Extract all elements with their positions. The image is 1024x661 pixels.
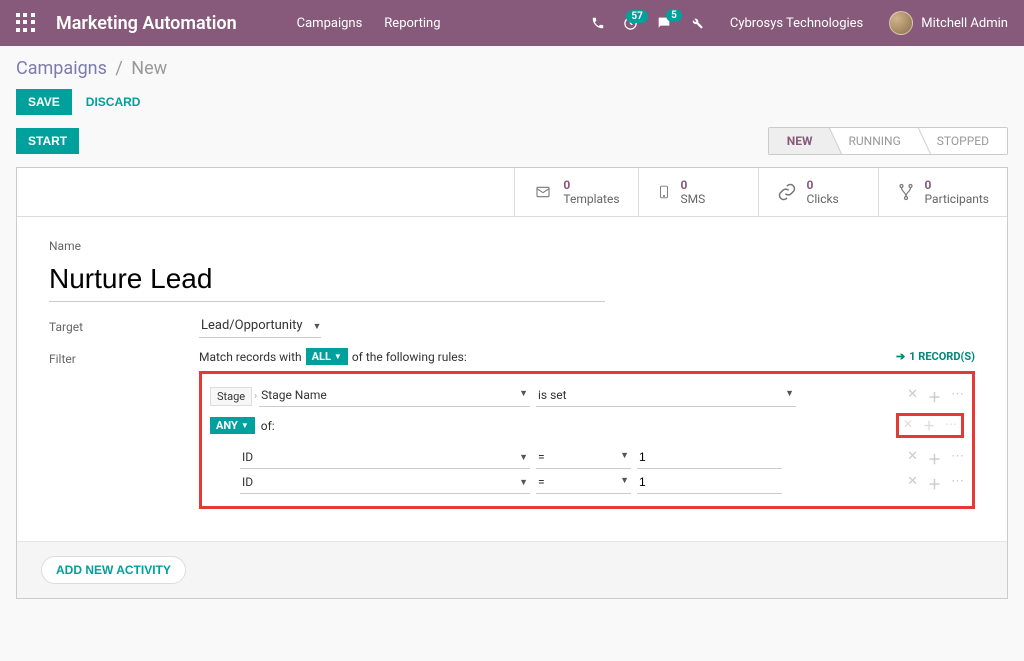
subrule1-field[interactable]: ID▼ xyxy=(240,448,530,469)
stat-sms-count: 0 xyxy=(681,178,706,192)
stat-templates-label: Templates xyxy=(563,192,619,206)
stat-clicks-count: 0 xyxy=(807,178,839,192)
subrule2-value[interactable] xyxy=(637,473,782,494)
delete-rule-icon[interactable]: ✕ xyxy=(907,387,918,406)
stat-participants-count: 0 xyxy=(925,178,989,192)
arrow-right-icon: ➔ xyxy=(896,350,905,363)
user-name: Mitchell Admin xyxy=(921,16,1008,31)
nav-reporting[interactable]: Reporting xyxy=(384,16,440,31)
user-menu[interactable]: Mitchell Admin xyxy=(889,11,1008,35)
breadcrumb-current: New xyxy=(131,58,167,79)
any-chip[interactable]: ANY▼ xyxy=(210,417,255,434)
rule-op-select[interactable]: is set▼ xyxy=(536,386,796,407)
apps-launcher-icon[interactable] xyxy=(16,13,36,33)
delete-subrule1-icon[interactable]: ✕ xyxy=(907,449,918,468)
mobile-icon xyxy=(657,182,671,202)
add-rule-icon[interactable]: ＋ xyxy=(928,387,941,406)
match-text-post: of the following rules: xyxy=(352,350,467,364)
stat-templates[interactable]: 0Templates xyxy=(514,168,637,216)
messages-badge: 5 xyxy=(666,9,682,22)
start-button[interactable]: START xyxy=(16,128,79,154)
avatar xyxy=(889,11,913,35)
more-subrule2-icon[interactable]: ⋯ xyxy=(951,474,964,493)
subrule2-field[interactable]: ID▼ xyxy=(240,473,530,494)
add-subrule2-icon[interactable]: ＋ xyxy=(928,474,941,493)
subrule1-op[interactable]: =▼ xyxy=(536,448,631,469)
branch-icon xyxy=(897,182,915,202)
subrule2-op[interactable]: =▼ xyxy=(536,473,631,494)
rule-field-select[interactable]: Stage › Stage Name▼ xyxy=(210,386,530,407)
rules-highlight-box: Stage › Stage Name▼ is set▼ ✕ ＋ ⋯ ANY▼ xyxy=(199,371,975,509)
phone-icon[interactable] xyxy=(591,16,605,30)
messages-icon[interactable]: 5 xyxy=(656,15,672,31)
stage-new[interactable]: NEW xyxy=(769,128,831,154)
caret-down-icon: ▼ xyxy=(313,321,322,332)
any-of-text: of: xyxy=(261,419,275,433)
stat-sms-label: SMS xyxy=(681,192,706,206)
add-subrule1-icon[interactable]: ＋ xyxy=(928,449,941,468)
discard-button[interactable]: DISCARD xyxy=(86,89,141,115)
nav-campaigns[interactable]: Campaigns xyxy=(297,16,363,31)
delete-subrule2-icon[interactable]: ✕ xyxy=(907,474,918,493)
stat-clicks-label: Clicks xyxy=(807,192,839,206)
add-activity-button[interactable]: ADD NEW ACTIVITY xyxy=(41,556,186,584)
target-select[interactable]: Lead/Opportunity ▼ xyxy=(199,316,321,338)
add-branch-icon[interactable]: ＋ xyxy=(923,417,935,434)
stat-participants-label: Participants xyxy=(925,192,989,206)
target-label: Target xyxy=(49,316,199,338)
filter-label: Filter xyxy=(49,348,199,509)
more-rule-icon[interactable]: ⋯ xyxy=(951,387,964,406)
name-input[interactable] xyxy=(49,259,605,302)
more-branch-icon[interactable]: ⋯ xyxy=(945,417,957,434)
stage-stopped[interactable]: STOPPED xyxy=(919,128,1007,154)
chevron-right-icon: › xyxy=(254,391,257,402)
match-text-pre: Match records with xyxy=(199,350,302,364)
name-label: Name xyxy=(49,239,975,253)
breadcrumb-root[interactable]: Campaigns xyxy=(16,58,107,79)
save-button[interactable]: SAVE xyxy=(16,89,72,115)
envelope-icon xyxy=(533,184,553,200)
top-nav: Campaigns Reporting xyxy=(297,16,441,31)
company-name[interactable]: Cybrosys Technologies xyxy=(730,16,863,31)
activities-badge: 57 xyxy=(626,10,647,23)
stage-bar: NEW RUNNING STOPPED xyxy=(768,127,1008,155)
delete-branch-icon[interactable]: ✕ xyxy=(903,417,913,434)
tools-icon[interactable] xyxy=(690,16,704,30)
activities-icon[interactable]: 57 xyxy=(623,16,638,31)
breadcrumb: Campaigns / New xyxy=(16,58,167,79)
all-chip[interactable]: ALL▼ xyxy=(306,348,348,365)
records-link[interactable]: ➔1 RECORD(S) xyxy=(896,350,975,363)
stat-sms[interactable]: 0SMS xyxy=(638,168,758,216)
subrule1-value[interactable] xyxy=(637,448,782,469)
stage-running[interactable]: RUNNING xyxy=(830,128,918,154)
link-icon xyxy=(777,182,797,202)
stat-clicks[interactable]: 0Clicks xyxy=(758,168,878,216)
breadcrumb-sep: / xyxy=(115,58,122,79)
any-actions-highlight: ✕ ＋ ⋯ xyxy=(896,413,964,438)
more-subrule1-icon[interactable]: ⋯ xyxy=(951,449,964,468)
stat-participants[interactable]: 0Participants xyxy=(878,168,1007,216)
app-title: Marketing Automation xyxy=(56,13,237,34)
stat-templates-count: 0 xyxy=(563,178,619,192)
